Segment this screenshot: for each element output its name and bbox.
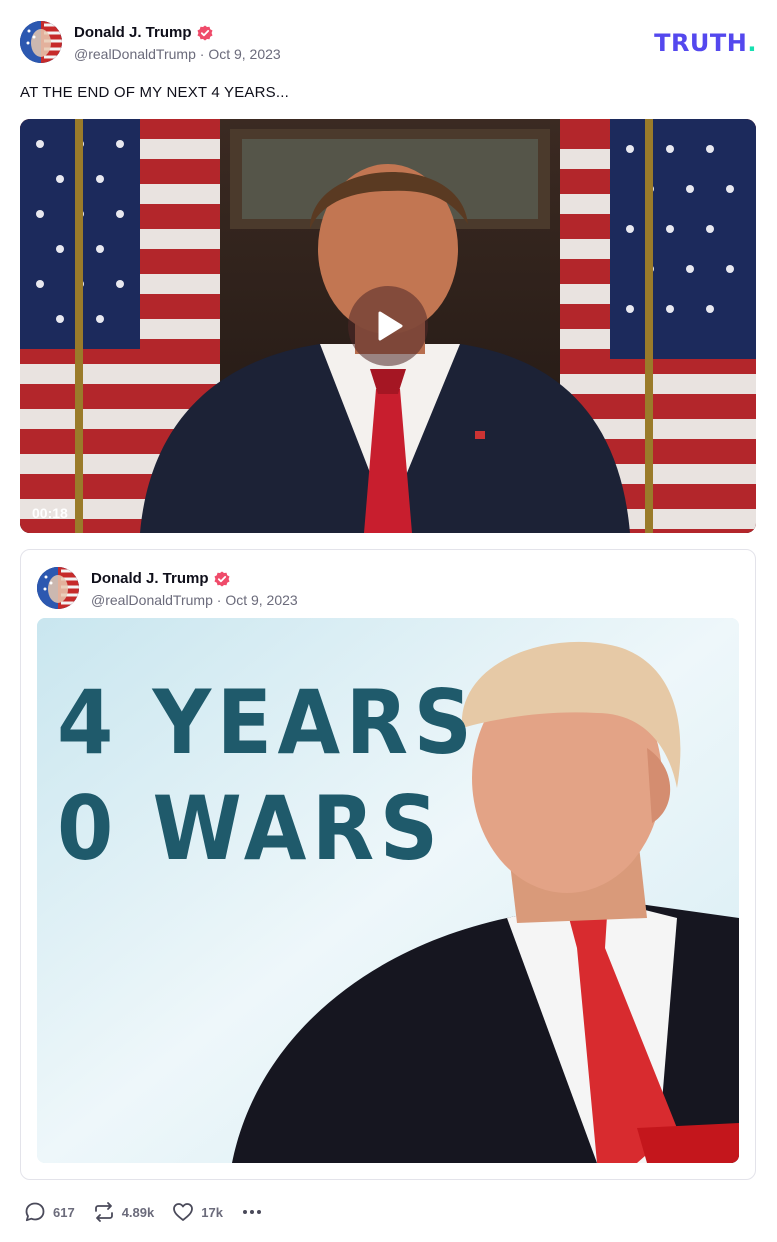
author-meta: @realDonaldTrump · Oct 9, 2023 <box>74 46 281 62</box>
video-player[interactable]: 00:18 <box>20 119 756 533</box>
quoted-author-name-row[interactable]: Donald J. Trump <box>91 570 230 587</box>
retruth-button[interactable]: 4.89k <box>93 1201 155 1223</box>
image-headline: 4 YEARS 0 WARS <box>57 670 477 882</box>
post-date[interactable]: Oct 9, 2023 <box>208 46 280 62</box>
post-header: Donald J. Trump @realDonaldTrump · Oct 9… <box>20 21 757 67</box>
truth-logo[interactable]: TRUTH. <box>654 29 757 57</box>
post-actions: 617 4.89k 17k <box>24 1198 288 1226</box>
video-duration: 00:18 <box>32 505 68 521</box>
retruth-icon <box>94 1202 113 1222</box>
verified-badge-icon <box>197 25 213 40</box>
reply-count: 617 <box>53 1204 75 1220</box>
quoted-author-avatar[interactable] <box>37 567 79 609</box>
quoted-post-date[interactable]: Oct 9, 2023 <box>225 592 297 608</box>
truth-logo-text: TRUTH <box>654 29 748 57</box>
image-headline-line2: 0 WARS <box>57 777 444 880</box>
like-icon <box>173 1203 194 1221</box>
more-icon <box>242 1210 261 1214</box>
verified-badge-icon <box>214 571 230 586</box>
author-avatar[interactable] <box>20 21 62 63</box>
post-text: AT THE END OF MY NEXT 4 YEARS... <box>20 84 289 101</box>
truth-logo-dot: . <box>747 29 757 57</box>
quoted-post[interactable]: Donald J. Trump @realDonaldTrump · Oct 9… <box>20 549 756 1180</box>
quoted-author-handle[interactable]: @realDonaldTrump <box>91 592 213 608</box>
reply-button[interactable]: 617 <box>24 1201 75 1223</box>
more-options-button[interactable] <box>241 1201 270 1223</box>
like-button[interactable]: 17k <box>172 1201 223 1223</box>
image-headline-line1: 4 YEARS <box>57 671 478 774</box>
play-icon <box>378 311 403 341</box>
like-count: 17k <box>201 1204 223 1220</box>
retruth-count: 4.89k <box>121 1204 155 1220</box>
quoted-author-meta: @realDonaldTrump · Oct 9, 2023 <box>91 592 298 608</box>
quoted-post-image[interactable]: 4 YEARS 0 WARS <box>37 618 739 1163</box>
author-handle[interactable]: @realDonaldTrump <box>74 46 196 62</box>
quoted-author-name[interactable]: Donald J. Trump <box>91 570 209 587</box>
author-name-row[interactable]: Donald J. Trump <box>74 24 213 41</box>
play-button[interactable] <box>348 286 428 366</box>
reply-icon <box>25 1202 45 1222</box>
author-name[interactable]: Donald J. Trump <box>74 24 192 41</box>
